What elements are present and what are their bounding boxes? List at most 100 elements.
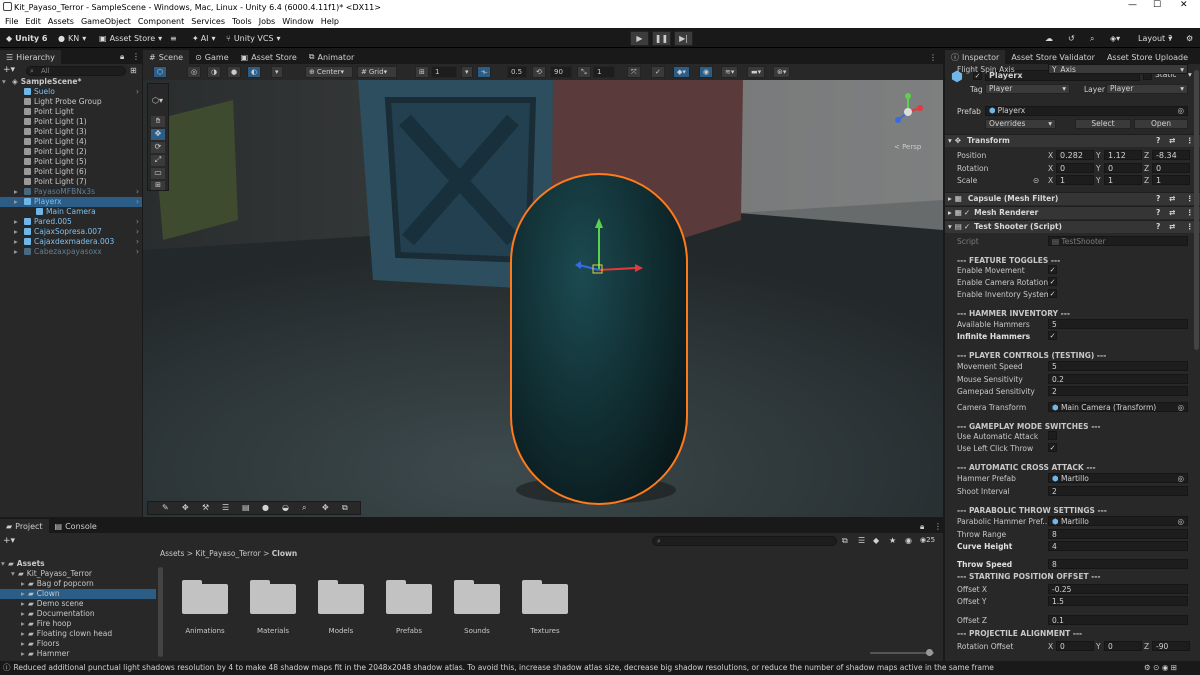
menu-gameobject[interactable]: GameObject <box>81 17 131 26</box>
tag-dropdown[interactable]: Player ▾ <box>985 84 1070 94</box>
type-filter-icon[interactable]: ☰ <box>858 536 865 545</box>
lock-icon[interactable]: 🔒︎ <box>920 522 924 532</box>
field-checkbox[interactable]: ✓ <box>1048 331 1057 340</box>
label-filter-icon[interactable]: ◆ <box>873 536 879 545</box>
unity-version-button[interactable]: ◆ Unity 6 <box>6 32 47 45</box>
mesh-renderer-header[interactable]: ▸ ▦ ✓ Mesh Renderer? ⇄ ⋮ <box>945 206 1200 219</box>
package-icon[interactable]: ≡ <box>170 32 177 45</box>
grid-size-dropdown[interactable]: ▾ <box>461 66 473 78</box>
hierarchy-item[interactable]: Point Light (4) <box>0 137 142 147</box>
kebab-menu-icon[interactable]: ⋮ <box>132 52 140 61</box>
grid-dropdown[interactable]: # Grid ▾ <box>357 66 397 78</box>
chevron-right-icon[interactable]: › <box>136 237 139 247</box>
pencil-icon[interactable]: ✎ <box>162 503 169 512</box>
project-search-input[interactable]: ⌕ <box>652 536 837 546</box>
menu-services[interactable]: Services <box>191 17 225 26</box>
layout-icon[interactable]: ▤ <box>242 503 250 512</box>
scale-snap-icon[interactable]: ⤡ <box>577 66 591 78</box>
project-tree-item[interactable]: ▾ ▰ Assets <box>0 559 156 569</box>
hierarchy-item[interactable]: ▸ CajaxSopresa.007 › <box>0 227 142 237</box>
shading-lit-button[interactable]: ◐ <box>247 66 262 78</box>
eye-icon[interactable]: ◉ <box>1162 663 1169 672</box>
rect-tool-icon[interactable]: ▭ <box>151 168 165 179</box>
scale-axis-label[interactable]: Z <box>1144 176 1149 185</box>
hierarchy-item[interactable]: Point Light (6) <box>0 167 142 177</box>
project-tree-item[interactable]: ▸ ▰ Floating clown head <box>0 629 156 639</box>
kebab-menu-icon[interactable]: ⋮ <box>923 50 943 64</box>
help-icon[interactable]: ? <box>1168 32 1172 45</box>
field-input[interactable]: 5 <box>1048 361 1188 371</box>
scale-axis-label[interactable]: X <box>1048 176 1053 185</box>
field-input[interactable]: 1.5 <box>1048 596 1188 606</box>
progress-icon[interactable]: ⊙ <box>1153 663 1159 672</box>
rotation-axis-label[interactable]: Y <box>1096 164 1101 173</box>
rotation-z-field[interactable]: 0 <box>1152 163 1190 173</box>
breadcrumb-assets[interactable]: Assets <box>160 549 184 558</box>
field-input[interactable]: 8 <box>1048 559 1188 569</box>
preset-icon[interactable]: ⇄ <box>1169 135 1175 147</box>
rotation-axis-label[interactable]: X <box>1048 164 1053 173</box>
sliders-icon[interactable]: ☰ <box>222 503 229 512</box>
kebab-menu-icon[interactable]: ⋮ <box>1186 221 1194 233</box>
project-tree-item[interactable]: ▸ ▰ Bag of popcorn <box>0 579 156 589</box>
grid-snap-button[interactable]: ⊞ <box>415 66 429 78</box>
hierarchy-item[interactable]: Point Light <box>0 107 142 117</box>
scene-camera-dropdown[interactable]: ≋▾ <box>721 66 739 78</box>
play-button[interactable]: ▶ <box>630 31 649 46</box>
search-filter-icon[interactable]: ⧉ <box>842 536 848 546</box>
debug-icon[interactable]: ⚙ <box>1144 663 1151 672</box>
chevron-right-icon[interactable]: › <box>136 197 139 207</box>
search-icon[interactable]: ⌕ <box>1090 32 1094 45</box>
menu-component[interactable]: Component <box>138 17 184 26</box>
add-button[interactable]: +▾ <box>3 65 15 75</box>
menu-file[interactable]: File <box>5 17 18 26</box>
scale-x-field[interactable]: 1 <box>1056 175 1094 185</box>
tab-scene[interactable]: # Scene <box>143 50 190 64</box>
project-tree-item[interactable]: ▸ ▰ Hammer <box>0 649 156 659</box>
shading-shaded-wire-button[interactable]: ◑ <box>207 66 222 78</box>
hierarchy-item[interactable]: Point Light (2) <box>0 147 142 157</box>
rotate-snap-icon[interactable]: ⟲ <box>532 66 546 78</box>
hierarchy-search-input[interactable]: ⌕ All <box>26 66 126 76</box>
hierarchy-item[interactable]: Point Light (7) <box>0 177 142 187</box>
field-input[interactable]: 4 <box>1048 541 1188 551</box>
test-shooter-header[interactable]: ▾ ▤ ✓ Test Shooter (Script)? ⇄ ⋮ <box>945 220 1200 233</box>
mesh-renderer-checkbox[interactable]: ✓ <box>964 208 970 217</box>
field-input[interactable]: 0.1 <box>1048 615 1188 625</box>
position-axis-label[interactable]: Z <box>1144 151 1149 160</box>
folder-icon[interactable] <box>522 578 568 614</box>
grid-size-field[interactable]: 1 <box>431 66 457 78</box>
transform-tool-button[interactable]: ⬡ <box>153 66 168 78</box>
draw-mode-dropdown[interactable]: ▾ <box>271 66 283 78</box>
help-icon[interactable]: ? <box>1156 135 1160 147</box>
hierarchy-item[interactable]: Point Light (1) <box>0 117 142 127</box>
hierarchy-item[interactable]: ▾ ◈ SampleScene* <box>0 77 142 87</box>
tab-inspector[interactable]: ⓘ Inspector <box>945 50 1006 64</box>
transform-header[interactable]: ▾ ✥ Transform? ⇄ ⋮ <box>945 134 1200 147</box>
hierarchy-item[interactable]: Point Light (5) <box>0 157 142 167</box>
menu-window[interactable]: Window <box>282 17 314 26</box>
filter-icon[interactable]: ⊞ <box>130 66 137 75</box>
maximize-icon[interactable]: ☐ <box>1153 0 1161 10</box>
menu-edit[interactable]: Edit <box>25 17 41 26</box>
close-icon[interactable]: ✕ <box>1180 0 1188 10</box>
position-x-field[interactable]: 0.282 <box>1056 150 1094 160</box>
tab-asset-store[interactable]: ▣ Asset Store <box>234 50 303 64</box>
hierarchy-item[interactable]: ▸ PayasoMFBNx3s › <box>0 187 142 197</box>
tab-project[interactable]: ▰ Project <box>0 519 49 533</box>
navigate-icon[interactable]: ✥ <box>322 503 329 512</box>
cloud-icon[interactable]: ☁ <box>1045 32 1053 45</box>
object-field[interactable]: ⬢ Main Camera (Transform) ◎ <box>1048 402 1188 412</box>
field-input[interactable]: -0.25 <box>1048 584 1188 594</box>
vector-field[interactable]: -90 <box>1152 641 1190 651</box>
breadcrumb-clown[interactable]: Clown <box>272 549 298 558</box>
field-input[interactable]: 0.2 <box>1048 374 1188 384</box>
object-field[interactable]: ⬢ Martillo ◎ <box>1048 516 1188 526</box>
rotation-y-field[interactable]: 0 <box>1104 163 1142 173</box>
minimize-icon[interactable]: — <box>1128 0 1137 10</box>
tab-hierarchy[interactable]: ☰ Hierarchy <box>0 50 61 64</box>
vector-field[interactable]: 0 <box>1056 641 1094 651</box>
increment-snap-button[interactable]: ⟛ <box>477 66 492 78</box>
move-tool-icon[interactable]: ✥ <box>151 129 165 140</box>
menu-jobs[interactable]: Jobs <box>259 17 276 26</box>
